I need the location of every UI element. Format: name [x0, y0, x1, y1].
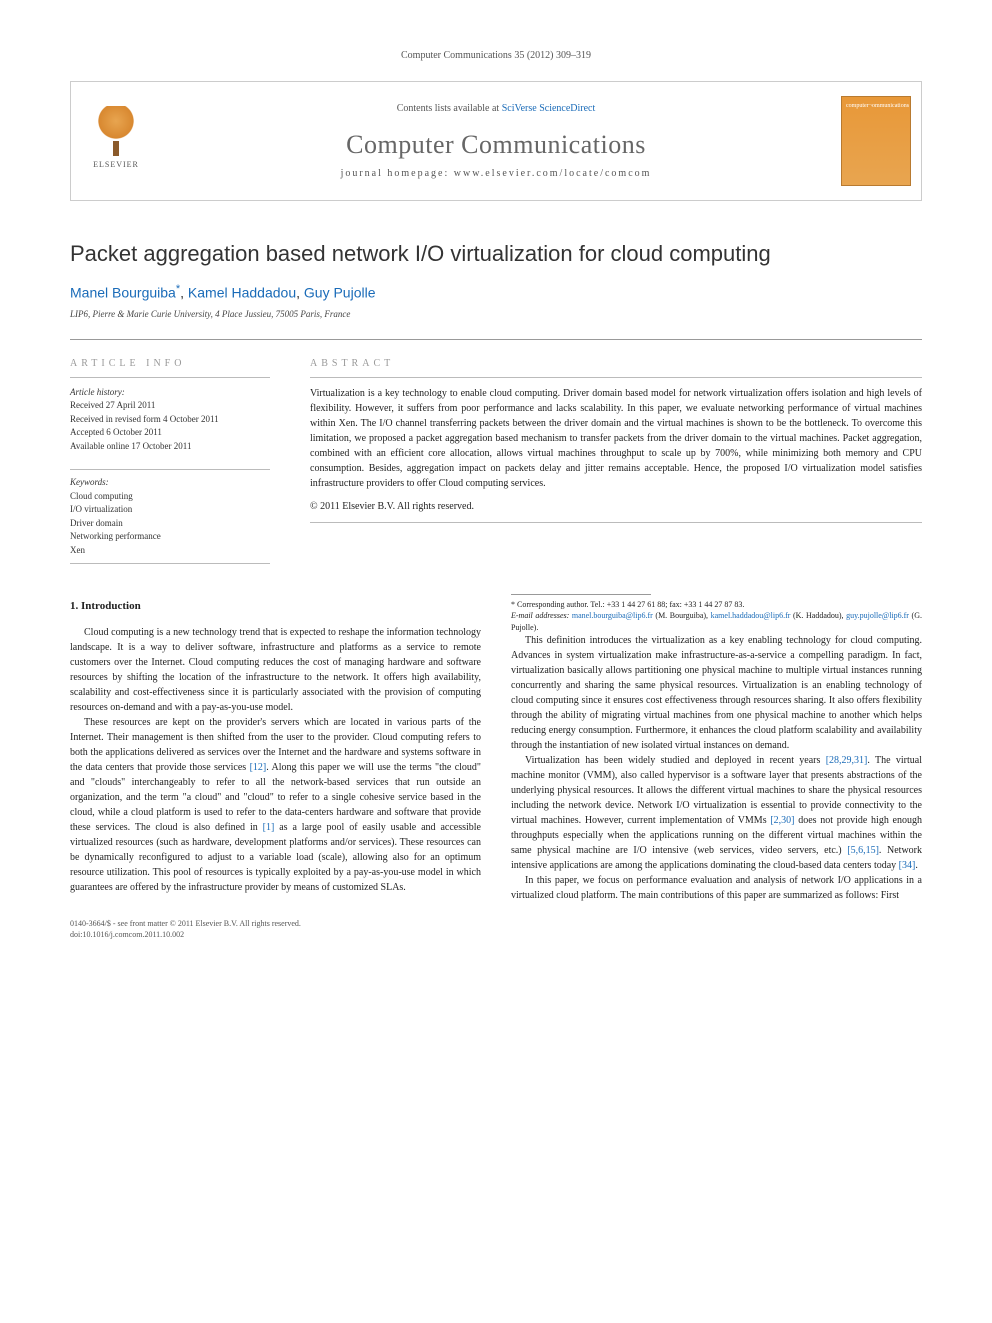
article-history: Article history: Received 27 April 2011 … — [70, 377, 270, 454]
keyword-3: Driver domain — [70, 517, 270, 531]
affiliation: LIP6, Pierre & Marie Curie University, 4… — [70, 309, 922, 319]
journal-homepage: journal homepage: www.elsevier.com/locat… — [341, 168, 652, 179]
section-heading-introduction: 1. Introduction — [70, 598, 481, 615]
footer: 0140-3664/$ - see front matter © 2011 El… — [70, 918, 922, 940]
email-footnote: E-mail addresses: manel.bourguiba@lip6.f… — [511, 610, 922, 632]
abstract-box: Virtualization is a key technology to en… — [310, 377, 922, 523]
author-link-3[interactable]: Guy Pujolle — [304, 285, 376, 301]
abstract-label: ABSTRACT — [310, 358, 922, 369]
keywords-box: Keywords: Cloud computing I/O virtualiza… — [70, 469, 270, 564]
history-received: Received 27 April 2011 — [70, 399, 270, 413]
history-label: Article history: — [70, 387, 125, 397]
ref-link-2-30[interactable]: [2,30] — [770, 815, 794, 826]
contents-text: Contents lists available at — [397, 103, 502, 114]
body-text: 1. Introduction Cloud computing is a new… — [70, 594, 922, 906]
elsevier-tree-icon — [91, 106, 141, 156]
author-link-2[interactable]: Kamel Haddadou — [188, 285, 296, 301]
body-p4e: . — [915, 860, 918, 871]
contents-available-line: Contents lists available at SciVerse Sci… — [397, 103, 596, 114]
footnote-separator — [511, 594, 651, 595]
elsevier-logo-icon: ELSEVIER — [86, 106, 146, 176]
corresponding-author-mark-icon: * — [176, 283, 180, 295]
sciencedirect-link[interactable]: SciVerse ScienceDirect — [502, 103, 596, 114]
abstract-text: Virtualization is a key technology to en… — [310, 386, 922, 491]
email-link-3[interactable]: guy.pujolle@lip6.fr — [846, 611, 909, 620]
keywords-label: Keywords: — [70, 476, 270, 490]
author-list: Manel Bourguiba*, Kamel Haddadou, Guy Pu… — [70, 283, 922, 301]
email-who-1: (M. Bourguiba), — [653, 611, 711, 620]
corresponding-author-footnote: * Corresponding author. Tel.: +33 1 44 2… — [511, 599, 922, 610]
history-online: Available online 17 October 2011 — [70, 440, 270, 454]
history-accepted: Accepted 6 October 2011 — [70, 426, 270, 440]
email-link-2[interactable]: kamel.haddadou@lip6.fr — [711, 611, 791, 620]
keyword-4: Networking performance — [70, 530, 270, 544]
ref-link-34[interactable]: [34] — [899, 860, 916, 871]
keyword-2: I/O virtualization — [70, 503, 270, 517]
article-title: Packet aggregation based network I/O vir… — [70, 241, 922, 267]
email-label: E-mail addresses: — [511, 611, 572, 620]
body-p3: This definition introduces the virtualiz… — [511, 635, 922, 751]
body-p5: In this paper, we focus on performance e… — [511, 875, 922, 901]
ref-link-5-6-15[interactable]: [5,6,15] — [847, 845, 879, 856]
publisher-logo-block: ELSEVIER — [71, 82, 161, 200]
journal-banner: ELSEVIER Contents lists available at Sci… — [70, 81, 922, 201]
ref-link-12[interactable]: [12] — [250, 762, 267, 773]
journal-cover-icon — [841, 96, 911, 186]
article-info-label: ARTICLE INFO — [70, 358, 270, 369]
ref-link-28-29-31[interactable]: [28,29,31] — [826, 755, 868, 766]
history-revised: Received in revised form 4 October 2011 — [70, 413, 270, 427]
journal-cover-block — [831, 82, 921, 200]
author-link-1[interactable]: Manel Bourguiba — [70, 285, 176, 301]
email-link-1[interactable]: manel.bourguiba@lip6.fr — [572, 611, 653, 620]
publisher-name: ELSEVIER — [93, 160, 139, 169]
keyword-1: Cloud computing — [70, 490, 270, 504]
body-p4a: Virtualization has been widely studied a… — [525, 755, 826, 766]
footer-doi: doi:10.1016/j.comcom.2011.10.002 — [70, 929, 922, 940]
header-citation: Computer Communications 35 (2012) 309–31… — [70, 50, 922, 61]
copyright-text: © 2011 Elsevier B.V. All rights reserved… — [310, 499, 922, 514]
ref-link-1[interactable]: [1] — [263, 822, 275, 833]
body-p1: Cloud computing is a new technology tren… — [70, 627, 481, 713]
footer-front-matter: 0140-3664/$ - see front matter © 2011 El… — [70, 918, 922, 929]
keyword-5: Xen — [70, 544, 270, 558]
email-who-2: (K. Haddadou), — [790, 611, 846, 620]
journal-name: Computer Communications — [346, 130, 646, 160]
